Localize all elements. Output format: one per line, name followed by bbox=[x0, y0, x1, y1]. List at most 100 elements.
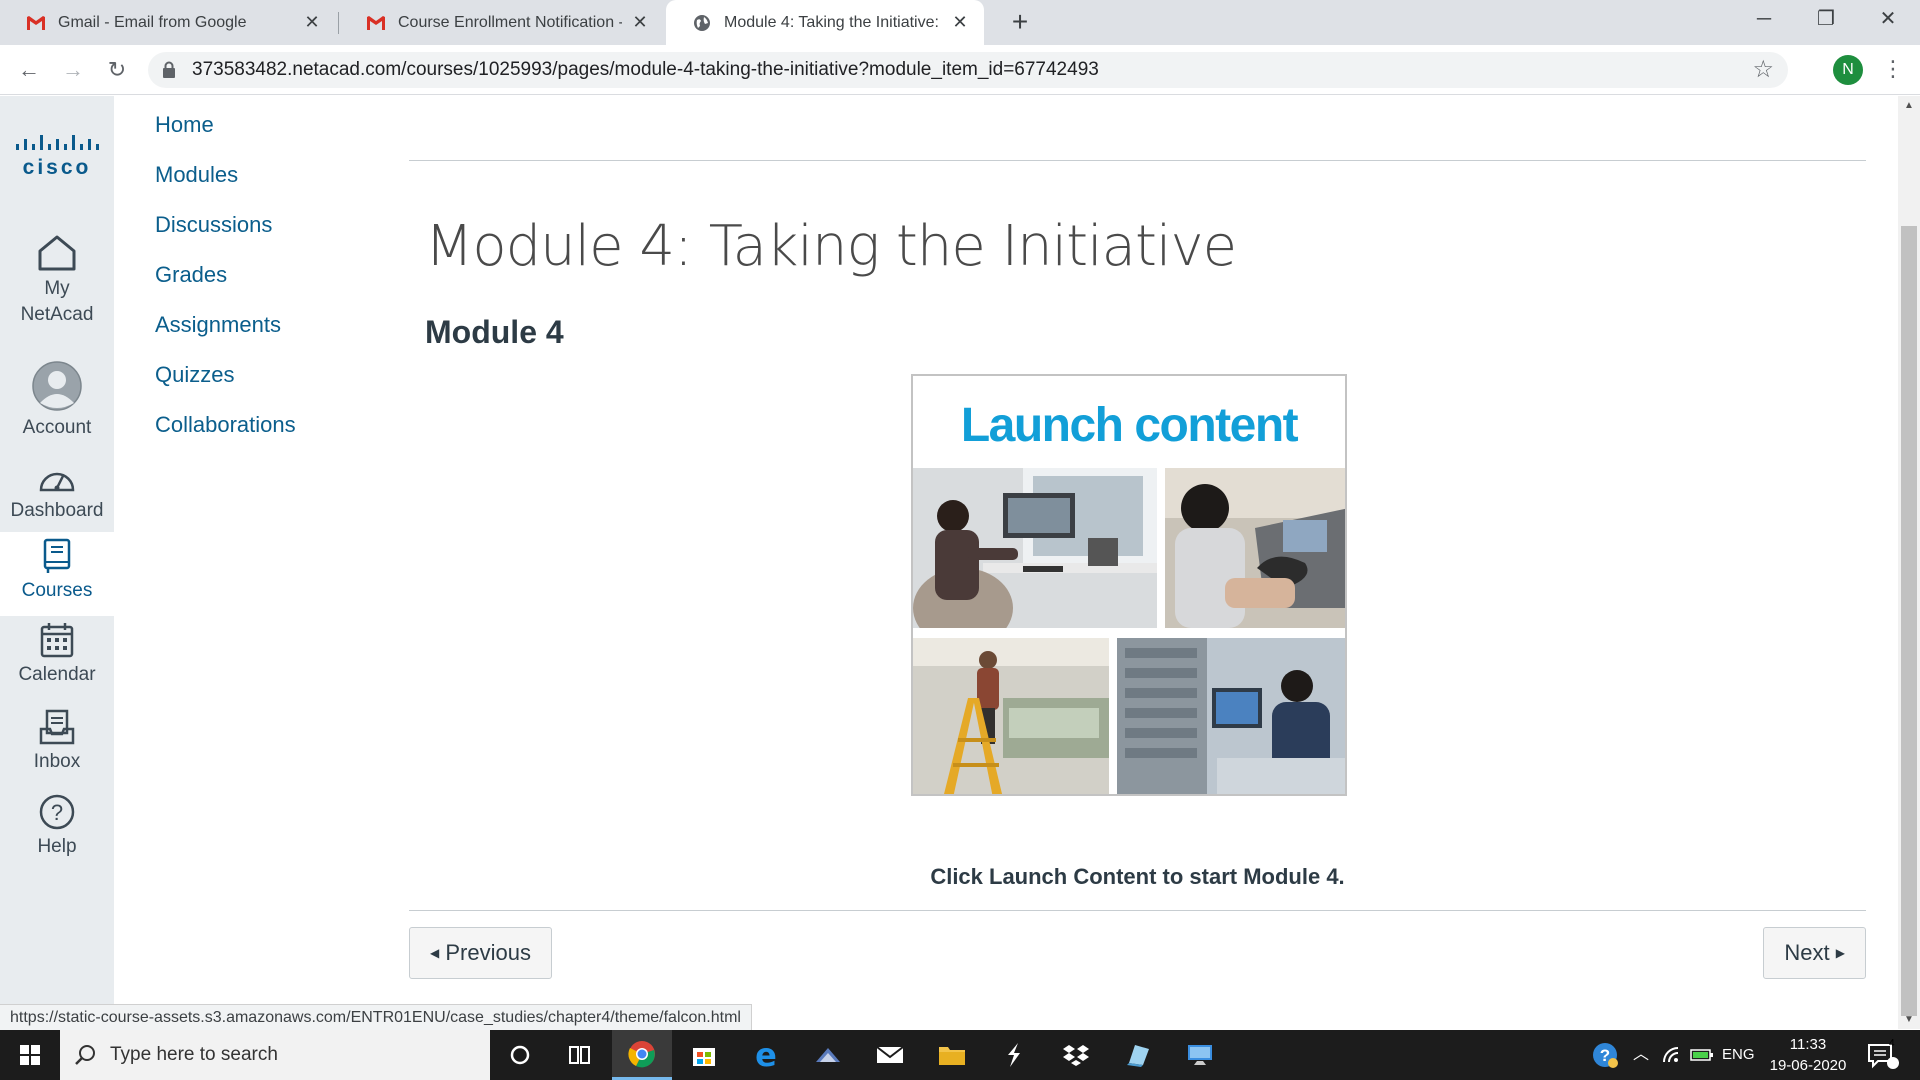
course-nav-assignments[interactable]: Assignments bbox=[155, 306, 296, 356]
photo-video-conference bbox=[913, 468, 1157, 628]
nav-calendar[interactable]: Calendar bbox=[0, 622, 114, 688]
courses-icon bbox=[43, 538, 71, 573]
tab-module-4[interactable]: Module 4: Taking the Initiative: Er ✕ bbox=[666, 0, 984, 45]
profile-avatar[interactable]: N bbox=[1833, 55, 1863, 85]
course-nav-discussions[interactable]: Discussions bbox=[155, 206, 296, 256]
module-subtitle: Module 4 bbox=[425, 314, 564, 350]
forward-icon[interactable]: → bbox=[58, 55, 88, 85]
browser-toolbar: ← → ↻ 373583482.netacad.com/courses/1025… bbox=[0, 45, 1920, 95]
new-tab-button[interactable]: + bbox=[1005, 8, 1035, 38]
previous-label: Previous bbox=[445, 940, 531, 965]
back-icon[interactable]: ← bbox=[14, 55, 44, 85]
nav-label: Courses bbox=[21, 580, 93, 601]
network-app-icon[interactable] bbox=[798, 1030, 858, 1080]
photo-server-room bbox=[1117, 638, 1345, 794]
scrollbar-thumb[interactable] bbox=[1901, 226, 1917, 1016]
next-button[interactable]: Next ▶ bbox=[1763, 927, 1866, 979]
task-view-icon[interactable] bbox=[550, 1030, 610, 1080]
notification-center-icon[interactable]: 4 bbox=[1866, 1030, 1900, 1080]
search-icon bbox=[75, 1045, 95, 1065]
divider bbox=[409, 160, 1866, 161]
url-text: 373583482.netacad.com/courses/1025993/pa… bbox=[192, 59, 1099, 80]
close-icon[interactable]: ✕ bbox=[950, 12, 970, 33]
calendar-icon bbox=[40, 623, 74, 658]
bookmark-star-icon[interactable]: ☆ bbox=[1752, 55, 1774, 84]
photo-ip-phone bbox=[1165, 468, 1345, 628]
file-explorer-icon[interactable] bbox=[922, 1030, 982, 1080]
nav-label: Inbox bbox=[33, 751, 81, 772]
nav-label: My bbox=[44, 278, 70, 299]
svg-text:cisco: cisco bbox=[23, 156, 92, 179]
home-icon bbox=[38, 235, 76, 271]
remote-desktop-icon[interactable] bbox=[1170, 1030, 1230, 1080]
edge-icon[interactable]: e bbox=[736, 1030, 796, 1080]
next-label: Next bbox=[1784, 940, 1830, 965]
nav-inbox[interactable]: Inbox bbox=[0, 709, 114, 775]
search-placeholder: Type here to search bbox=[110, 1044, 278, 1065]
cisco-logo[interactable]: cisco bbox=[10, 130, 104, 180]
nav-my-netacad[interactable]: My NetAcad bbox=[0, 234, 114, 328]
windows-taskbar: Type here to search e ? ︿ ENG 11:33 19-0… bbox=[0, 1030, 1920, 1080]
chrome-icon[interactable] bbox=[612, 1030, 672, 1080]
notepad-app-icon[interactable] bbox=[1108, 1030, 1168, 1080]
globe-icon bbox=[692, 13, 712, 33]
vertical-scrollbar[interactable]: ▲ ▼ bbox=[1898, 96, 1920, 1029]
address-bar[interactable]: 373583482.netacad.com/courses/1025993/pa… bbox=[148, 52, 1788, 88]
reload-icon[interactable]: ↻ bbox=[102, 55, 132, 85]
lock-icon bbox=[163, 61, 175, 78]
nav-label: Account bbox=[22, 417, 92, 438]
system-clock[interactable]: 11:33 19-06-2020 bbox=[1760, 1034, 1856, 1076]
nav-dashboard[interactable]: Dashboard bbox=[0, 464, 114, 524]
nav-label: Dashboard bbox=[10, 500, 104, 521]
previous-button[interactable]: ◀ Previous bbox=[409, 927, 552, 979]
taskbar-search-box[interactable]: Type here to search bbox=[60, 1030, 490, 1080]
nav-courses[interactable]: Courses bbox=[0, 532, 114, 616]
divider bbox=[409, 910, 1866, 911]
page-content: Module 4: Taking the Initiative Module 4… bbox=[409, 96, 1866, 1029]
minimize-button[interactable]: ─ bbox=[1734, 0, 1794, 40]
cortana-icon[interactable] bbox=[490, 1030, 550, 1080]
scroll-down-arrow[interactable]: ▼ bbox=[1898, 1014, 1920, 1025]
photo-ladder-technician bbox=[913, 638, 1109, 794]
launch-content-label: Launch content bbox=[960, 399, 1299, 452]
language-indicator[interactable]: ENG bbox=[1722, 1030, 1755, 1080]
mail-icon[interactable] bbox=[860, 1030, 920, 1080]
nav-label: Calendar bbox=[18, 664, 96, 685]
dropbox-icon[interactable] bbox=[1046, 1030, 1106, 1080]
nav-account[interactable]: Account bbox=[0, 361, 114, 441]
gmail-icon bbox=[26, 13, 46, 33]
start-button[interactable] bbox=[0, 1030, 60, 1080]
notification-count: 4 bbox=[1889, 1038, 1895, 1049]
close-icon[interactable]: ✕ bbox=[630, 12, 650, 33]
nav-label: NetAcad bbox=[20, 304, 94, 325]
wifi-icon[interactable] bbox=[1662, 1030, 1684, 1080]
restore-button[interactable]: ❐ bbox=[1796, 0, 1856, 40]
scroll-up-arrow[interactable]: ▲ bbox=[1898, 100, 1920, 111]
show-hidden-icons-icon[interactable]: ︿ bbox=[1633, 1030, 1649, 1080]
account-icon bbox=[32, 361, 82, 411]
course-navigation: Home Modules Discussions Grades Assignme… bbox=[155, 106, 296, 456]
tab-title: Course Enrollment Notification - bbox=[398, 13, 622, 31]
nav-help[interactable]: ? Help bbox=[0, 794, 114, 860]
course-nav-collaborations[interactable]: Collaborations bbox=[155, 406, 296, 456]
store-icon[interactable] bbox=[674, 1030, 734, 1080]
course-nav-home[interactable]: Home bbox=[155, 106, 296, 156]
dashboard-icon bbox=[39, 472, 75, 492]
gmail-icon bbox=[366, 13, 386, 33]
help-tray-icon[interactable]: ? bbox=[1590, 1030, 1620, 1080]
launch-instruction: Click Launch Content to start Module 4. bbox=[930, 864, 1345, 889]
launch-content-image[interactable]: Launch content bbox=[911, 374, 1347, 796]
tab-course-enrollment[interactable]: Course Enrollment Notification - ✕ bbox=[340, 0, 664, 45]
course-nav-modules[interactable]: Modules bbox=[155, 156, 296, 206]
tab-title: Gmail - Email from Google bbox=[58, 13, 247, 31]
battery-icon[interactable] bbox=[1690, 1030, 1714, 1080]
inbox-icon bbox=[39, 709, 75, 745]
window-close-button[interactable]: ✕ bbox=[1858, 0, 1918, 40]
browser-menu-icon[interactable]: ⋮ bbox=[1882, 55, 1904, 85]
close-icon[interactable]: ✕ bbox=[302, 12, 322, 33]
course-nav-grades[interactable]: Grades bbox=[155, 256, 296, 306]
nav-label: Help bbox=[37, 836, 77, 857]
course-nav-quizzes[interactable]: Quizzes bbox=[155, 356, 296, 406]
tab-gmail[interactable]: Gmail - Email from Google ✕ bbox=[0, 0, 336, 45]
sublime-text-icon[interactable] bbox=[984, 1030, 1044, 1080]
